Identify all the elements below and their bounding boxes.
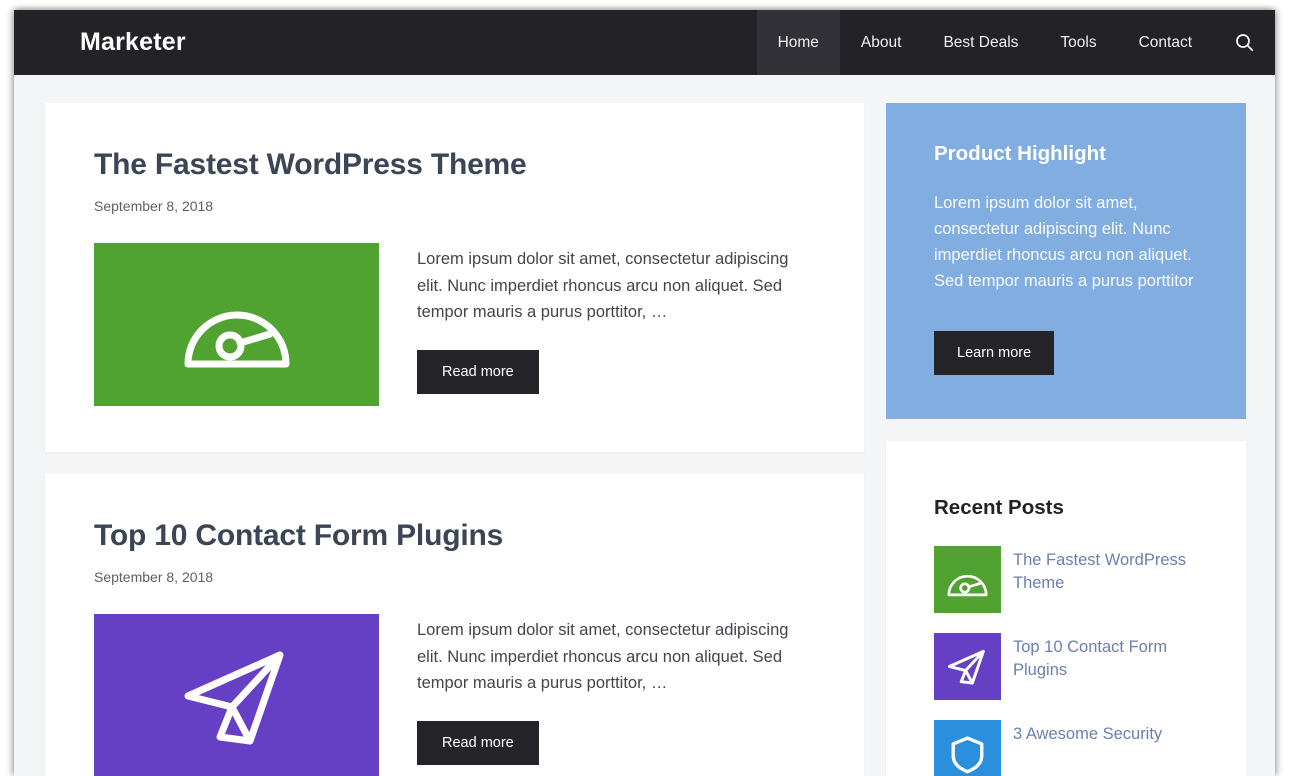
recent-posts-title: Recent Posts: [934, 496, 1064, 520]
article-excerpt-column: Lorem ipsum dolor sit amet, consectetur …: [417, 243, 815, 406]
article-excerpt: Lorem ipsum dolor sit amet, consectetur …: [417, 250, 789, 322]
article-excerpt: Lorem ipsum dolor sit amet, consectetur …: [417, 621, 789, 693]
browser-viewport: Marketer Home About Best Deals Tools Con…: [14, 10, 1275, 776]
article-title[interactable]: The Fastest WordPress Theme: [94, 147, 815, 183]
product-highlight-text: Lorem ipsum dolor sit amet, consectetur …: [934, 194, 1194, 291]
nav-item-contact[interactable]: Contact: [1118, 10, 1213, 75]
nav-item-best-deals-label: Best Deals: [943, 33, 1019, 51]
article-date: September 8, 2018: [94, 198, 214, 214]
learn-more-button[interactable]: Learn more: [934, 331, 1055, 376]
nav-item-tools-label: Tools: [1060, 33, 1097, 51]
recent-post-thumbnail: [934, 720, 1001, 776]
article-date: September 8, 2018: [94, 569, 214, 585]
main-navigation: Home About Best Deals Tools Contact: [756, 10, 1275, 75]
search-icon: [1235, 34, 1253, 52]
list-item[interactable]: The Fastest WordPress Theme: [934, 546, 1198, 614]
article-card: Top 10 Contact Form Plugins September 8,…: [45, 474, 864, 776]
site-brand[interactable]: Marketer: [14, 10, 186, 75]
page-body: The Fastest WordPress Theme September 8,…: [14, 75, 1275, 776]
speedometer-icon: [184, 311, 289, 367]
read-more-button[interactable]: Read more: [417, 350, 539, 395]
speedometer-icon: [947, 574, 988, 596]
recent-post-link[interactable]: The Fastest WordPress Theme: [1013, 546, 1198, 613]
nav-item-tools[interactable]: Tools: [1039, 10, 1117, 75]
article-body: Lorem ipsum dolor sit amet, consectetur …: [94, 614, 815, 776]
read-more-button[interactable]: Read more: [417, 721, 539, 766]
recent-post-thumbnail: [934, 546, 1001, 614]
article-title[interactable]: Top 10 Contact Form Plugins: [94, 518, 815, 554]
nav-item-best-deals[interactable]: Best Deals: [922, 10, 1039, 75]
article-thumbnail[interactable]: [94, 614, 379, 776]
list-item[interactable]: 3 Awesome Security: [934, 720, 1198, 776]
paper-plane-icon: [184, 651, 283, 744]
nav-item-about[interactable]: About: [840, 10, 923, 75]
product-highlight-title: Product Highlight: [934, 142, 1106, 165]
shield-icon: [951, 736, 984, 774]
recent-post-thumbnail: [934, 633, 1001, 701]
article-thumbnail[interactable]: [94, 243, 379, 406]
list-item[interactable]: Top 10 Contact Form Plugins: [934, 633, 1198, 701]
search-toggle-button[interactable]: [1213, 10, 1275, 75]
article-body: Lorem ipsum dolor sit amet, consectetur …: [94, 243, 815, 406]
product-highlight-widget: Product Highlight Lorem ipsum dolor sit …: [886, 103, 1246, 420]
sidebar-column: Product Highlight Lorem ipsum dolor sit …: [886, 103, 1246, 776]
nav-item-contact-label: Contact: [1138, 33, 1192, 51]
recent-posts-widget: Recent Posts The Fastest WordPress Theme: [886, 441, 1246, 776]
recent-post-link[interactable]: 3 Awesome Security: [1013, 720, 1162, 776]
recent-post-link[interactable]: Top 10 Contact Form Plugins: [1013, 633, 1198, 700]
article-card: The Fastest WordPress Theme September 8,…: [45, 103, 864, 452]
nav-item-about-label: About: [860, 33, 902, 51]
article-excerpt-column: Lorem ipsum dolor sit amet, consectetur …: [417, 614, 815, 776]
nav-item-home[interactable]: Home: [756, 10, 840, 75]
site-header: Marketer Home About Best Deals Tools Con…: [14, 10, 1275, 75]
content-column: The Fastest WordPress Theme September 8,…: [45, 103, 864, 776]
nav-item-home-label: Home: [777, 33, 819, 51]
paper-plane-icon: [947, 650, 985, 685]
